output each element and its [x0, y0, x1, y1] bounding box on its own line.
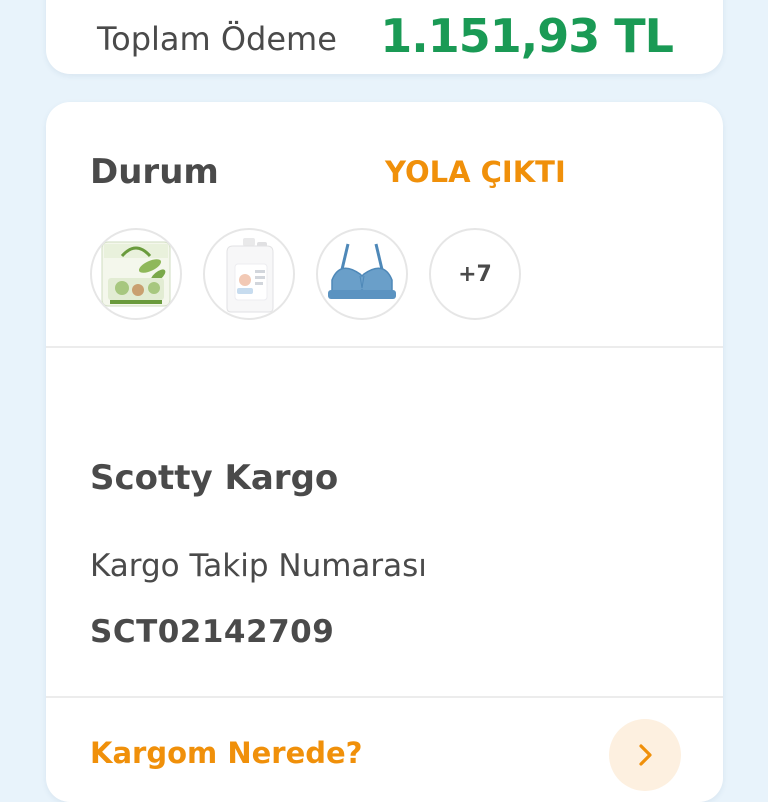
detergent-bottle-image	[226, 238, 274, 313]
total-payment-label: Toplam Ödeme	[97, 20, 337, 58]
order-status-card: Durum YOLA ÇIKTI +7 Scotty Kargo Kargo T…	[46, 102, 723, 802]
total-payment-amount: 1.151,93 TL	[380, 9, 674, 63]
more-products-count: +7	[458, 261, 492, 287]
where-is-my-package-button[interactable]	[609, 719, 681, 791]
tracking-number-value: SCT02142709	[90, 614, 335, 650]
product-thumbnail-bra[interactable]	[316, 228, 408, 320]
more-products-button[interactable]: +7	[429, 228, 521, 320]
divider	[46, 346, 723, 348]
wipes-package-image	[101, 241, 171, 307]
chevron-right-icon	[639, 744, 652, 766]
blue-bra-image	[328, 243, 396, 299]
divider	[46, 696, 723, 698]
tracking-number-label: Kargo Takip Numarası	[90, 548, 427, 584]
product-thumbnail-wipes[interactable]	[90, 228, 182, 320]
status-label: Durum	[90, 152, 219, 192]
payment-summary-card: Toplam Ödeme 1.151,93 TL	[46, 0, 723, 74]
product-thumbnail-detergent[interactable]	[203, 228, 295, 320]
carrier-name: Scotty Kargo	[90, 458, 339, 498]
status-value: YOLA ÇIKTI	[385, 155, 566, 189]
where-is-my-package-link[interactable]: Kargom Nerede?	[90, 736, 363, 770]
